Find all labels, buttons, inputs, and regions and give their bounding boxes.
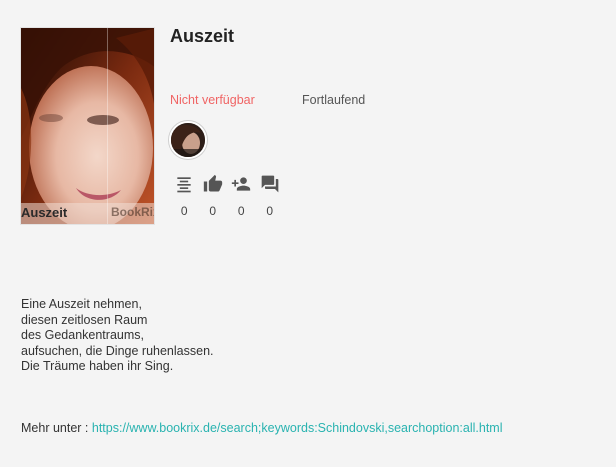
cover-brand-text: BookRix: [111, 205, 155, 219]
description-line: aufsuchen, die Dinge ruhenlassen.: [21, 343, 214, 358]
comments-icon: [261, 175, 279, 193]
progress-status: Fortlaufend: [302, 93, 366, 107]
stat-read[interactable]: 0: [170, 174, 199, 218]
thumbs-up-icon: [203, 174, 222, 192]
stat-comments[interactable]: 0: [256, 174, 285, 218]
stat-followers[interactable]: 0: [227, 174, 256, 218]
book-stats: 0 0 0 0: [170, 174, 284, 218]
text-lines-icon: [177, 177, 191, 193]
stat-comments-count: 0: [266, 204, 274, 218]
description-line: des Gedankentraums,: [21, 328, 144, 342]
stat-read-count: 0: [180, 204, 188, 218]
description-line: Die Träume haben ihr Sing.: [21, 359, 174, 373]
cover-divider: [107, 28, 108, 224]
search-link[interactable]: https://www.bookrix.de/search;keywords:S…: [92, 421, 503, 435]
stat-followers-count: 0: [237, 204, 245, 218]
more-info: Mehr unter : https://www.bookrix.de/sear…: [21, 421, 502, 435]
cover-title-text: Auszeit: [21, 205, 68, 220]
stat-likes-count: 0: [209, 204, 217, 218]
add-person-icon: [232, 177, 251, 191]
availability-status[interactable]: Nicht verfügbar: [170, 93, 255, 107]
book-title: Auszeit: [170, 26, 235, 46]
avatar-photo: [171, 123, 205, 157]
more-label: Mehr unter :: [21, 421, 92, 435]
book-detail-page: Auszeit BookRix Auszeit Nicht verfügbar …: [0, 0, 616, 467]
cover-photo: [21, 28, 154, 224]
book-description: Eine Auszeit nehmen, diesen zeitlosen Ra…: [21, 297, 214, 375]
author-avatar[interactable]: [169, 121, 207, 159]
book-cover-image[interactable]: Auszeit BookRix: [20, 27, 155, 225]
description-line: Eine Auszeit nehmen,: [21, 297, 142, 311]
description-line: diesen zeitlosen Raum: [21, 312, 148, 327]
stat-likes[interactable]: 0: [199, 174, 228, 218]
